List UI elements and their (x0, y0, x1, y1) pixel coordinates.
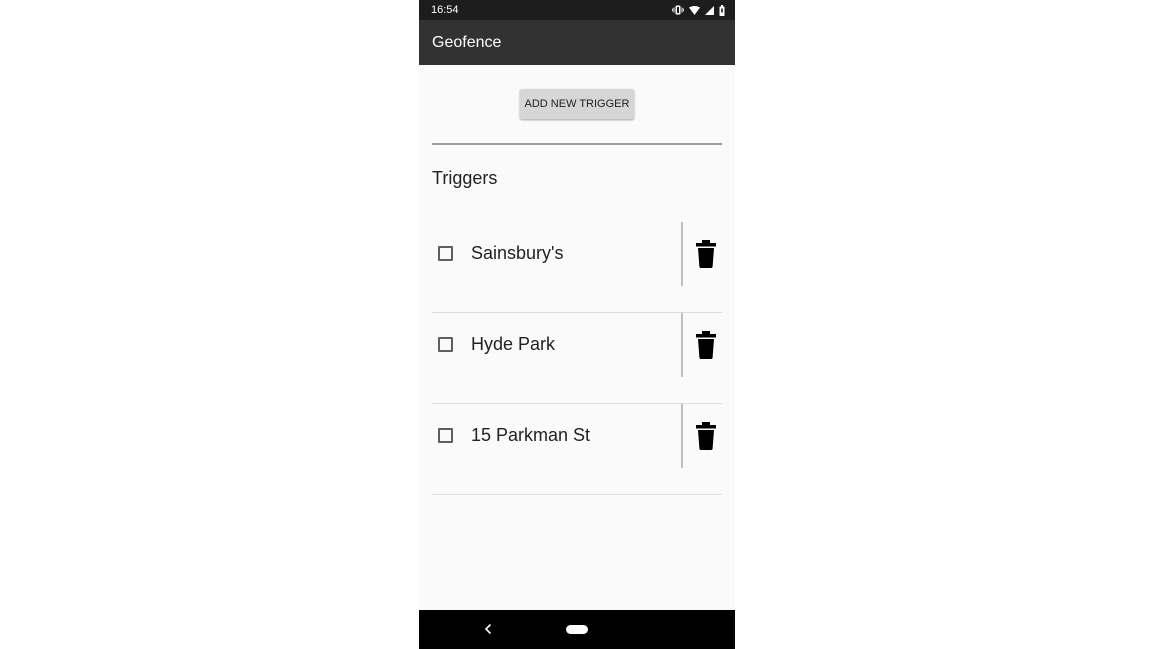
trigger-row: Sainsbury's (432, 222, 722, 313)
vibrate-icon (672, 5, 684, 15)
divider (432, 143, 722, 145)
trigger-checkbox[interactable] (438, 246, 453, 261)
trigger-label[interactable]: 15 Parkman St (471, 425, 590, 445)
back-icon[interactable] (481, 622, 495, 636)
trigger-row: 15 Parkman St (432, 404, 722, 495)
battery-icon (719, 4, 725, 16)
trigger-checkbox[interactable] (438, 337, 453, 352)
home-icon[interactable] (566, 625, 588, 634)
row-separator (681, 404, 683, 468)
status-bar: 16:54 (419, 0, 735, 20)
row-separator (681, 313, 683, 377)
status-time: 16:54 (431, 4, 459, 16)
navigation-bar (419, 610, 735, 649)
add-new-trigger-button[interactable]: ADD NEW TRIGGER (520, 89, 634, 119)
trigger-checkbox[interactable] (438, 428, 453, 443)
status-icons (672, 3, 725, 17)
app-bar: Geofence (419, 20, 735, 65)
wifi-icon (689, 5, 700, 15)
trigger-label[interactable]: Sainsbury's (471, 243, 563, 263)
app-title: Geofence (432, 34, 502, 51)
row-separator (681, 222, 683, 286)
phone-screen: 16:54 Geofence ADD NEW TRIGGER Triggers … (419, 0, 735, 649)
delete-icon[interactable] (694, 240, 718, 268)
delete-icon[interactable] (694, 331, 718, 359)
signal-icon (705, 5, 714, 15)
delete-icon[interactable] (694, 422, 718, 450)
trigger-label[interactable]: Hyde Park (471, 334, 555, 354)
section-title: Triggers (432, 168, 498, 188)
trigger-row: Hyde Park (432, 313, 722, 404)
